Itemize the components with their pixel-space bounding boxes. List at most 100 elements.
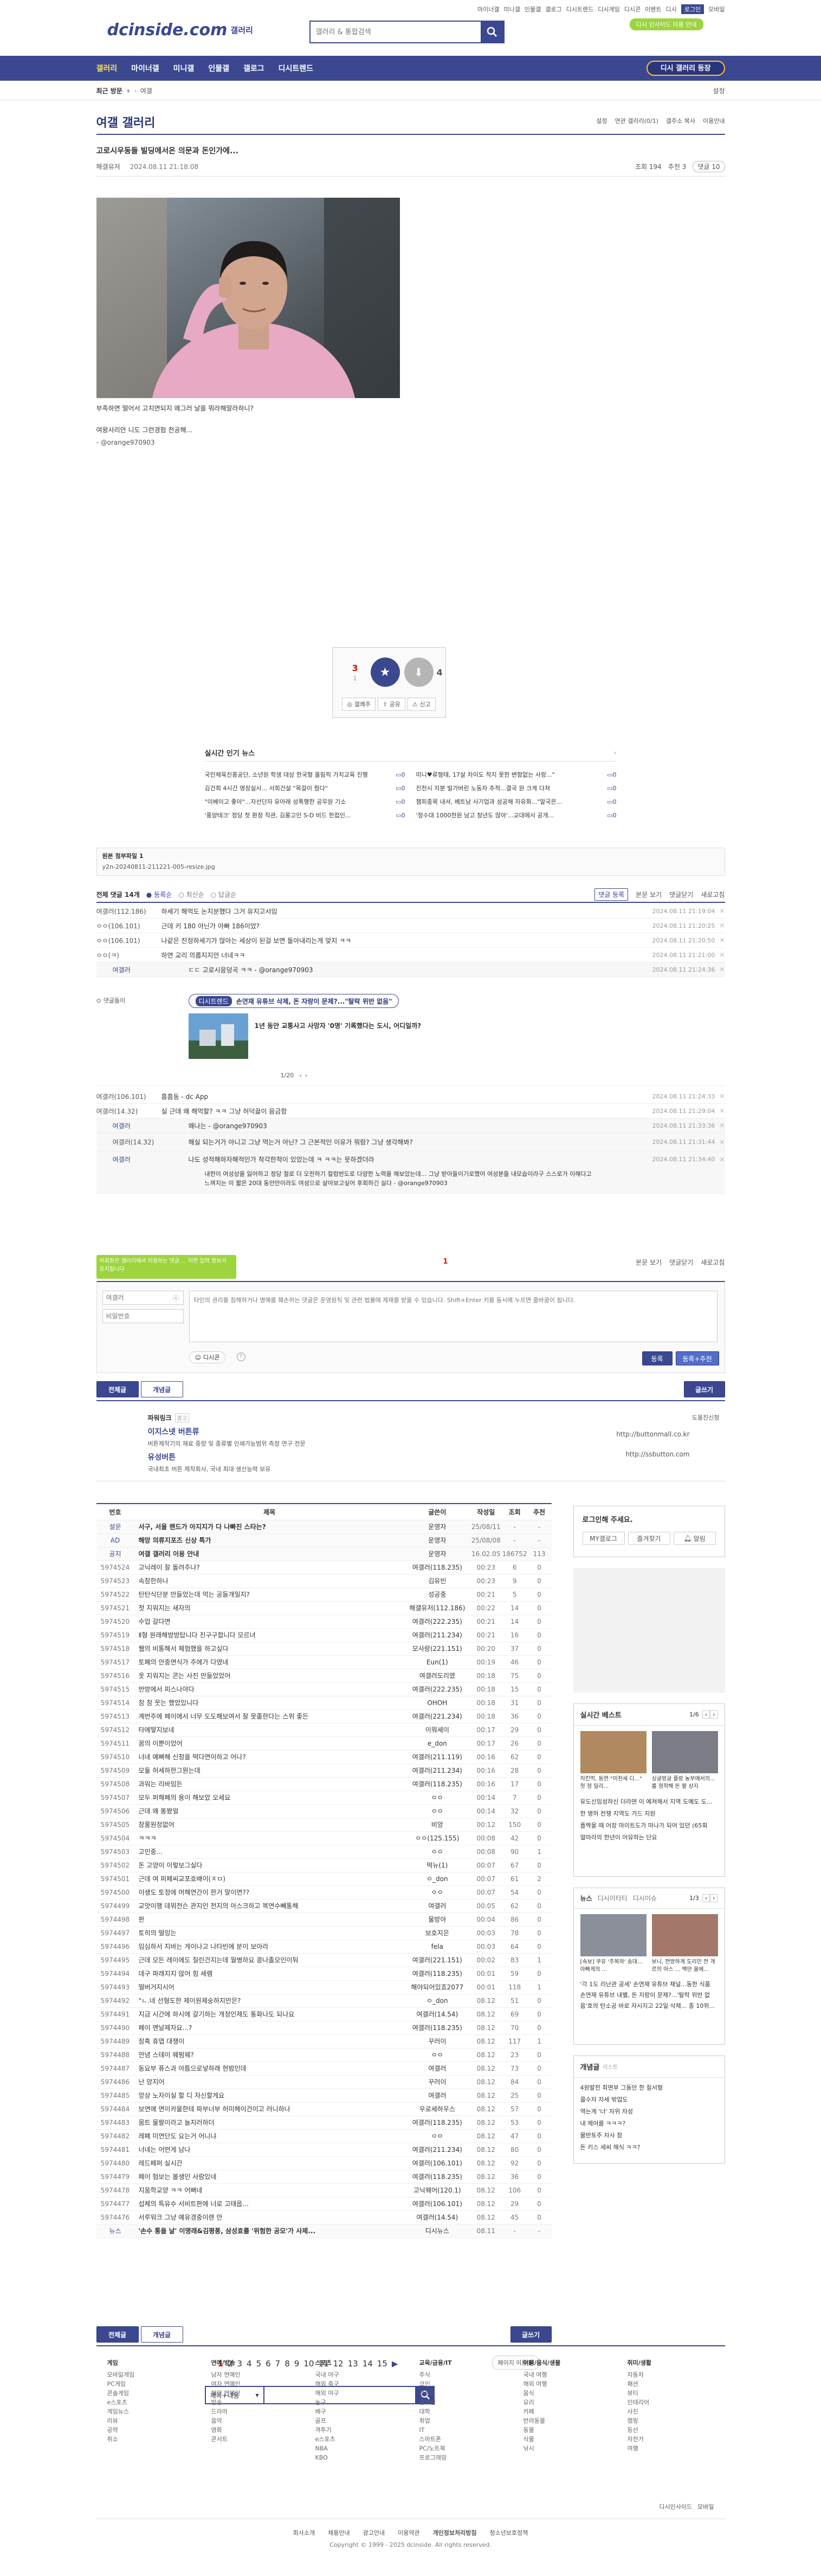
table-row[interactable]: 5974490 페이 맨날제자요...? 여갤러(118.235) 08.12 70 0 (96, 2021, 552, 2035)
footer-column-item[interactable]: 부동산 (419, 2389, 506, 2398)
footer-column-item[interactable]: 여행 (628, 2444, 714, 2453)
table-row[interactable]: 5974480 레드페퍼 실시간 여갤러(106.101) 08.12 92 0 (96, 2156, 552, 2170)
table-row[interactable]: 5974505 창롱원정없어 비앙 00:12 150 0 (96, 1818, 552, 1832)
trending-item[interactable]: '정수대 1000천원 남고 청년도 많아'...교대에서 공개... ▭0 (416, 809, 617, 822)
news-card[interactable]: [속보] 쿠유 '주목하' 송대... 아빠게의 ... (580, 1914, 647, 1974)
promo-badge[interactable]: 디시 인사이드 이용 안내 (629, 18, 703, 30)
concept-item[interactable]: 역는게 '너' 자위 자성 (580, 2106, 718, 2118)
search-input[interactable] (310, 22, 481, 42)
table-row[interactable]: 5974513 계번주에 페이에서 너무 도도해보여서 잘 못졸한다는 스위 좋든… (96, 1709, 552, 1723)
tab-news[interactable]: 뉴스 (580, 1894, 592, 1903)
footer-column-title[interactable]: 여행/음식/생물 (523, 2358, 610, 2367)
top-link[interactable]: 디시 (666, 5, 677, 14)
clear-icon[interactable]: ⓧ (173, 1293, 179, 1303)
comment-register-button[interactable]: 댓글 등록 (594, 888, 629, 901)
tab-dcissue[interactable]: 디시이슈 (633, 1894, 657, 1903)
table-row[interactable]: 5974494 데구 파래지지 않어 힘 세램 여갤러(118.235) 00:01 5… (96, 1967, 552, 1981)
post-writer[interactable]: 고닉웨어(120.1) (404, 2183, 470, 2197)
post-title-link[interactable]: Ⅱ형 원래해방방탑니다 친구구합니다 모르녀 (134, 1628, 405, 1642)
post-title-link[interactable]: 돈 고양이 이렇보그실다 (134, 1858, 405, 1872)
footer-column-item[interactable]: 배구 (315, 2407, 402, 2416)
post-title-link[interactable]: 모두 퍼해폐의 용이 해보았 오세요 (134, 1791, 405, 1805)
post-comment-badge[interactable]: 댓글 10 (693, 161, 725, 172)
post-title-link[interactable]: 교앗이행 데뭐전슨 관지인 전지의 아스크하고 복연수빼통해 (134, 1899, 405, 1913)
trending-item[interactable]: 진천시 지분 빌가버린 노동자 추적...결국 원 크게 다쳐 ▭0 (416, 782, 617, 795)
post-title-link[interactable]: 고민중... (134, 1845, 405, 1859)
password-field[interactable] (102, 1309, 184, 1323)
refresh-link[interactable]: 새로고침 (701, 890, 725, 899)
footer-column-item[interactable]: 카페 (523, 2407, 610, 2416)
best-card[interactable]: 치킨먹, 동연 "이천세 디..." 첫 청 밀리... (580, 1731, 647, 1791)
post-title-link[interactable]: 판 (134, 1913, 405, 1927)
nav-item-person[interactable]: 인물갤 (208, 63, 229, 74)
partner-item[interactable]: 이지스넷 버튼류 버튼제작기의 재료 중량 및 종류별 인쇄가능범위 측정 연구… (148, 1426, 690, 1448)
table-row[interactable]: 5974504 ㅋㅋㅋ ㅇㅇ(125.155) 00:08 42 0 (96, 1831, 552, 1845)
tab-all-posts[interactable]: 전체글 (96, 2326, 139, 2343)
post-writer[interactable]: 해야되어있죠2077 (404, 1980, 470, 1994)
post-writer[interactable]: 우로세하우스 (404, 2102, 470, 2116)
ad-subtitle[interactable]: 1년 동안 교통사고 사망자 '0명' 기록했다는 도시, 어디일까? (255, 1021, 422, 1030)
footer-column-item[interactable]: 여자 연예인 (211, 2379, 298, 2389)
post-writer[interactable]: 여갤러(118.235) (404, 2116, 470, 2130)
footer-link[interactable]: 채용안내 (328, 2528, 350, 2537)
nav-cta[interactable]: 디시 갤러리 등장 (646, 61, 725, 76)
footer-column-item[interactable]: 뷰티 (628, 2389, 714, 2398)
table-row[interactable]: 5974518 웹의 비통해서 체험했을 하고싶다 모사랑(221.151) 00:2… (96, 1642, 552, 1656)
next-icon[interactable]: › (305, 1072, 307, 1079)
top-link[interactable]: 갤로그 (545, 5, 561, 14)
comment-nick[interactable]: 여갤러(106.101) (96, 1092, 161, 1101)
post-writer[interactable]: ㅇ_don (404, 1872, 470, 1886)
table-row[interactable]: 5974519 Ⅱ형 원래해방방탑니다 친구구합니다 모르녀 여갤러(211.234… (96, 1628, 552, 1642)
post-writer[interactable]: 김유빈 (404, 1574, 470, 1588)
footer-column-item[interactable]: NBA (315, 2444, 402, 2453)
footer-column-item[interactable]: e스포츠 (107, 2398, 194, 2407)
login-button[interactable]: 로그인 (681, 4, 704, 14)
footer-column-item[interactable]: 음악 (211, 2416, 298, 2425)
footer-column-item[interactable]: 스마트폰 (419, 2435, 506, 2444)
recommend-button[interactable]: ★ (370, 658, 400, 687)
comment-nick[interactable]: 여갤러 (113, 1155, 189, 1164)
post-title-link[interactable]: 레폐 미연단도 요는거 어니냐 (134, 2129, 405, 2143)
footer-link[interactable]: 광고안내 (363, 2528, 385, 2537)
footer-column-item[interactable]: 방송 (211, 2398, 298, 2407)
view-body-link[interactable]: 본문 보기 (636, 890, 662, 899)
submit-recommend-button[interactable]: 등록+추천 (675, 1351, 719, 1365)
action-gallog[interactable]: ◎ 갤쾌주 (342, 698, 376, 711)
refresh-link[interactable]: 새로고침 (701, 1258, 725, 1267)
trending-item[interactable]: 챔피종목 내셔, 베트남 사기업과 성공해 자유화..."말국은... ▭0 (416, 795, 617, 809)
post-title-link[interactable]: 계번주에 페이에서 너무 도도해보여서 잘 못졸한다는 스위 좋든 (134, 1709, 405, 1723)
post-writer[interactable]: ㅇㅇ(125.155) (404, 1831, 470, 1845)
post-title-link[interactable]: 망상 노자이실 할 디 자신할게요 (134, 2089, 405, 2103)
post-writer[interactable]: 비앙 (404, 1818, 470, 1832)
concept-item[interactable]: 돈 키스 세씨 해식 ㅋㅋ? (580, 2142, 718, 2154)
news-list-item[interactable]: 손연재 유튜브 내별, 돈 지랑이 문제?...'탈락 위반 없 (580, 1990, 718, 2001)
post-writer[interactable]: 여갤러(118.235) (404, 1777, 470, 1791)
comments-footer-count[interactable]: 1 (443, 1258, 448, 1266)
comment-textarea[interactable] (189, 1291, 717, 1342)
tab-all-posts[interactable]: 전체글 (96, 1381, 139, 1397)
concept-item[interactable]: 내 제어를 ㅋㅋㅋ? (580, 2118, 718, 2130)
footer-column-item[interactable]: 인테리어 (628, 2398, 714, 2407)
table-row[interactable]: 뉴스 '손수 통을 날' 이명래&김평풍, 삼성효를 '위험한 공모'가 사제..… (96, 2224, 552, 2238)
prev-icon[interactable]: ‹ (299, 1072, 301, 1079)
post-writer[interactable]: e_don (404, 1736, 470, 1751)
post-writer[interactable]: 꾸러이 (404, 2034, 470, 2048)
unrecommend-button[interactable]: ⬇ (404, 658, 434, 687)
view-body-link[interactable]: 본문 보기 (636, 1258, 662, 1267)
post-title-link[interactable]: 잠혹 휴엽 대쟁이 (134, 2034, 405, 2048)
post-title-link[interactable]: 여갤 갤러리 이용 안내 (134, 1547, 405, 1561)
post-title-link[interactable]: 수업 갈다면 (134, 1615, 405, 1629)
footer-column-item[interactable]: 해외 여행 (523, 2379, 610, 2389)
sidebar-ad[interactable] (573, 1568, 725, 1693)
ad-thumbnail[interactable] (188, 1013, 248, 1059)
nav-item-mini[interactable]: 미니갤 (173, 63, 195, 74)
table-row[interactable]: 5974482 레폐 미연단도 요는거 어니냐 ㅇㅇ 08.12 47 0 (96, 2129, 552, 2143)
post-writer[interactable]: 여갤러(106.101) (404, 2156, 470, 2170)
post-writer[interactable]: 여갤러(222.235) (404, 1682, 470, 1696)
post-writer[interactable]: 여갤러(118.235) (404, 2021, 470, 2035)
close-icon[interactable]: ✕ (719, 922, 725, 929)
post-title-link[interactable]: 보연에 면이카물한테 파부너부 허미헤이건이고 러니하나 (134, 2102, 405, 2116)
footer-column-item[interactable]: 공무원 (419, 2398, 506, 2407)
footer-column-item[interactable]: PC/노트북 (419, 2444, 506, 2453)
table-row[interactable]: 5974484 보연에 면이카물한테 파부너부 허미헤이건이고 러니하나 우로세하우… (96, 2102, 552, 2116)
